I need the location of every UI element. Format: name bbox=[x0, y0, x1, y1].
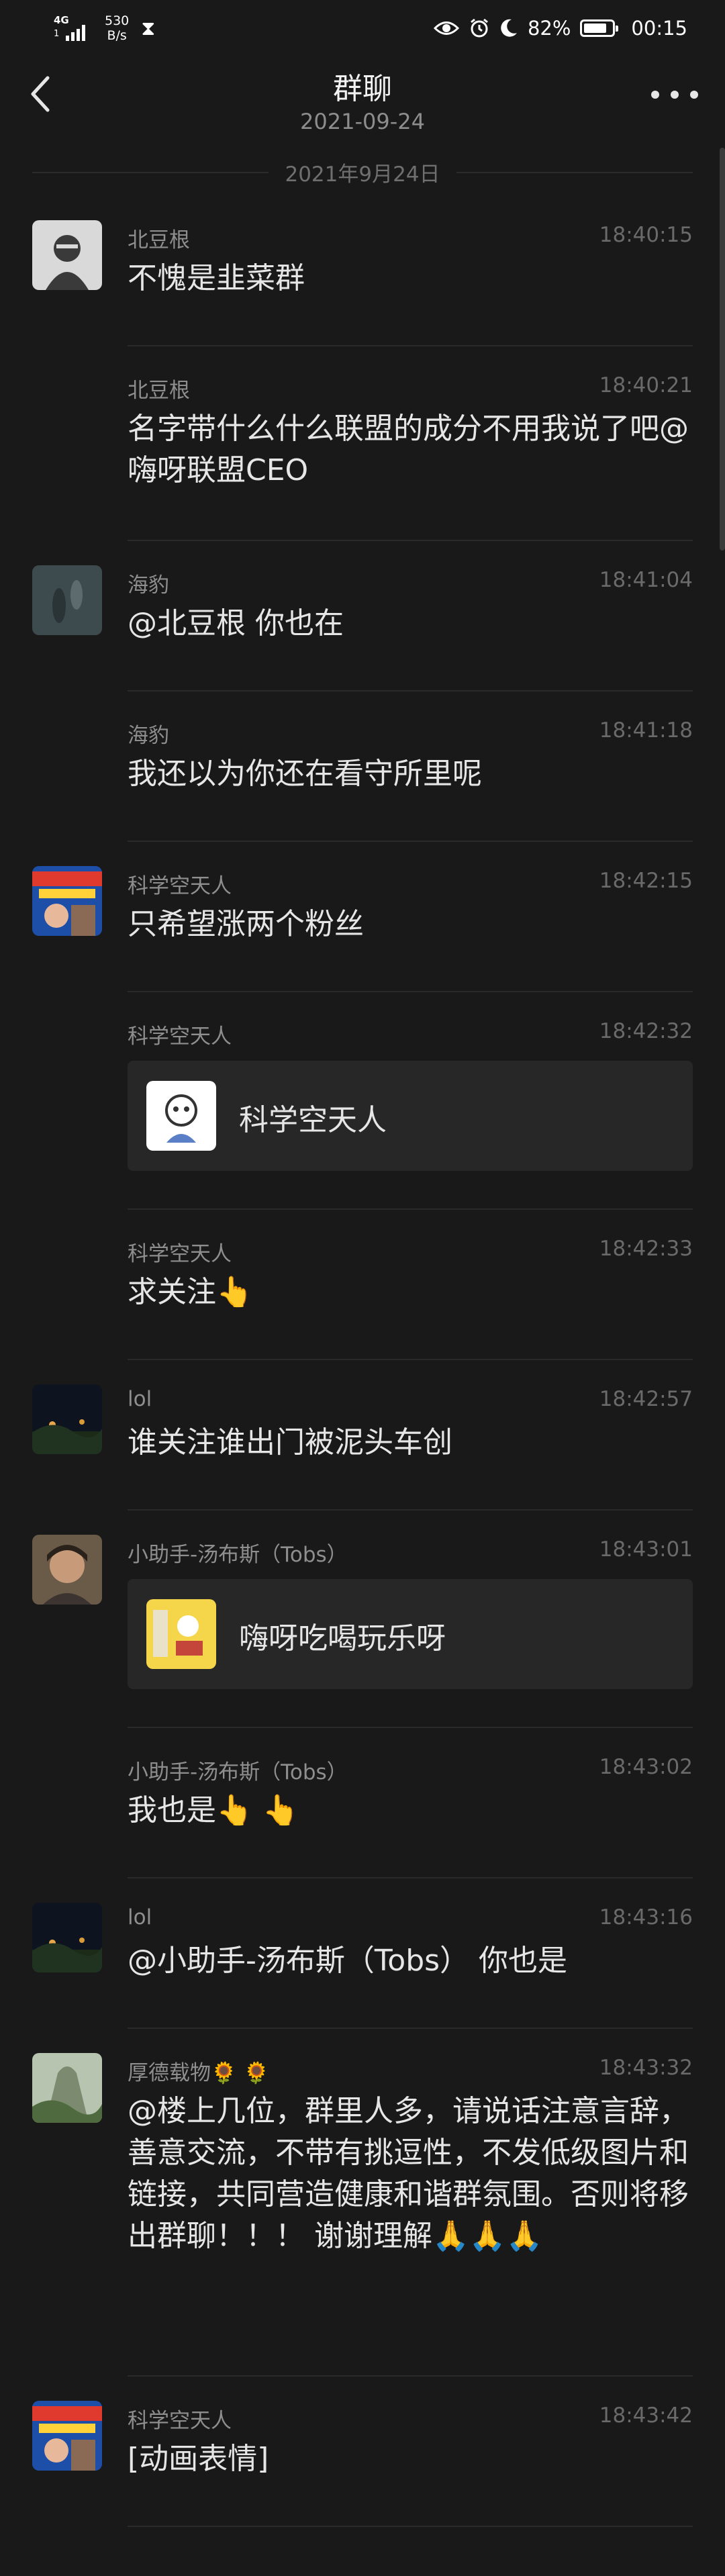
message-time: 18:42:57 bbox=[599, 1387, 693, 1411]
message-text: 求关注👆 bbox=[128, 1272, 693, 1313]
card-thumbnail bbox=[146, 1599, 216, 1669]
avatar[interactable] bbox=[32, 1903, 102, 1972]
speed-value: 530 bbox=[105, 13, 130, 28]
sender-name: 北豆根 bbox=[128, 228, 190, 252]
network-sub: 1 bbox=[54, 29, 60, 39]
sender-name-text: 厚德载物 bbox=[128, 2061, 211, 2085]
message-time: 18:43:01 bbox=[599, 1537, 693, 1562]
more-options-button[interactable] bbox=[651, 85, 698, 105]
sender-name: 科学空天人 bbox=[128, 1242, 232, 1266]
message-text-body: @楼上几位，群里人多，请说话注意言辞，善意交流，不带有挑逗性，不发低级图片和链接… bbox=[128, 2094, 689, 2253]
message-item[interactable]: 北豆根 18:40:21 名字带什么什么联盟的成分不用我说了吧@嗨呀联盟CEO bbox=[0, 346, 725, 541]
sender-name: 科学空天人 bbox=[128, 874, 232, 898]
message-item[interactable]: 科学空天人 18:43:42 [动画表情] bbox=[0, 2377, 725, 2527]
message-time: 18:43:02 bbox=[599, 1755, 693, 1779]
date-separator: 2021年9月24日 bbox=[0, 149, 725, 196]
message-time: 18:40:15 bbox=[599, 223, 693, 247]
speed-unit: B/s bbox=[107, 28, 127, 43]
status-left: 4G 1 530 B/s ⧗ bbox=[54, 9, 155, 47]
date-separator-text: 2021年9月24日 bbox=[285, 162, 440, 187]
avatar[interactable] bbox=[32, 866, 102, 936]
message-item[interactable]: 厚德载物🌻 🌻 18:43:32 @楼上几位，群里人多，请说话注意言辞，善意交流，… bbox=[0, 2029, 725, 2377]
sunflower-icon: 🌻 🌻 bbox=[211, 2061, 270, 2085]
sender-name: 海豹 bbox=[128, 724, 169, 748]
sender-name: lol bbox=[128, 1387, 152, 1411]
message-time: 18:41:18 bbox=[599, 718, 693, 743]
pointing-up-icon: 👆 👆 bbox=[216, 1793, 299, 1827]
message-item[interactable]: 小助手-汤布斯（Tobs） 18:43:02 我也是👆 👆 bbox=[0, 1728, 725, 1878]
sender-name: 科学空天人 bbox=[128, 2409, 232, 2433]
avatar[interactable] bbox=[32, 2401, 102, 2471]
avatar[interactable] bbox=[32, 1384, 102, 1454]
pointing-up-icon: 👆 bbox=[216, 1275, 253, 1309]
message-text-body: 求关注 bbox=[128, 1275, 216, 1309]
message-time: 18:41:04 bbox=[599, 568, 693, 592]
message-item[interactable]: 北豆根 18:40:15 不愧是韭菜群 bbox=[0, 196, 725, 346]
message-text: 名字带什么什么联盟的成分不用我说了吧@嗨呀联盟CEO bbox=[128, 412, 689, 487]
message-text: @小助手-汤布斯（Tobs） 你也是 bbox=[128, 1944, 568, 1978]
message-text: 谁关注谁出门被泥头车创 bbox=[128, 1425, 452, 1460]
battery-icon bbox=[580, 19, 619, 37]
message-text: 我还以为你还在看守所里呢 bbox=[128, 757, 482, 791]
sender-name: 北豆根 bbox=[128, 379, 190, 403]
message-list[interactable]: 2021年9月24日 北豆根 18:40:15 不愧是韭菜群 北豆根 18:40:2… bbox=[0, 149, 725, 2576]
message-text: 我也是👆 👆 bbox=[128, 1790, 693, 1831]
avatar[interactable] bbox=[32, 2053, 102, 2123]
message-item[interactable]: lol 18:42:57 谁关注谁出门被泥头车创 bbox=[0, 1360, 725, 1511]
card-label: 科学空天人 bbox=[239, 1103, 387, 1137]
avatar[interactable] bbox=[32, 565, 102, 635]
title-bar: 群聊 2021-09-24 bbox=[0, 55, 725, 149]
chat-screen: 4G 1 530 B/s ⧗ 82% 00:15 群聊 2021-09-24 2… bbox=[0, 0, 725, 2576]
message-time: 18:43:32 bbox=[599, 2056, 693, 2080]
contact-card[interactable]: 科学空天人 bbox=[128, 1061, 693, 1171]
avatar[interactable] bbox=[32, 1535, 102, 1605]
card-thumbnail bbox=[146, 1081, 216, 1151]
message-item[interactable]: 科学空天人 18:42:33 求关注👆 bbox=[0, 1210, 725, 1360]
message-time: 18:40:21 bbox=[599, 373, 693, 397]
page-subtitle: 2021-09-24 bbox=[300, 109, 425, 134]
sender-name: lol bbox=[128, 1905, 152, 1929]
sender-name: 小助手-汤布斯（Tobs） bbox=[128, 1760, 348, 1784]
battery-percent: 82% bbox=[527, 17, 571, 40]
dot-icon bbox=[651, 91, 659, 99]
message-item[interactable]: 海豹 18:41:04 @北豆根 你也在 bbox=[0, 541, 725, 691]
message-text: 只希望涨两个粉丝 bbox=[128, 907, 364, 941]
sender-name: 海豹 bbox=[128, 573, 169, 598]
dot-icon bbox=[671, 91, 679, 99]
folded-hands-icon: 🙏🙏🙏 bbox=[432, 2219, 543, 2253]
dot-icon bbox=[690, 91, 698, 99]
message-time: 18:42:33 bbox=[599, 1237, 693, 1261]
message-item[interactable]: 海豹 18:41:18 我还以为你还在看守所里呢 bbox=[0, 691, 725, 842]
message-text: [动画表情] bbox=[128, 2442, 269, 2476]
message-time: 18:42:15 bbox=[599, 869, 693, 893]
message-time: 18:43:16 bbox=[599, 1905, 693, 1929]
network-speed: 530 B/s bbox=[105, 13, 129, 43]
moon-icon bbox=[501, 19, 517, 37]
sender-name: 小助手-汤布斯（Tobs） bbox=[128, 1543, 348, 1567]
sender-name: 厚德载物🌻 🌻 bbox=[128, 2056, 269, 2086]
signal-icon: 4G 1 bbox=[54, 11, 93, 45]
message-time: 18:42:32 bbox=[599, 1019, 693, 1043]
message-text: @北豆根 你也在 bbox=[128, 606, 344, 640]
card-label: 嗨呀吃喝玩乐呀 bbox=[239, 1621, 446, 1656]
message-text-body: 我也是 bbox=[128, 1793, 216, 1827]
contact-card[interactable]: 嗨呀吃喝玩乐呀 bbox=[128, 1579, 693, 1689]
message-text: 不愧是韭菜群 bbox=[128, 261, 305, 295]
status-bar: 4G 1 530 B/s ⧗ 82% 00:15 bbox=[0, 0, 725, 55]
hourglass-icon: ⧗ bbox=[141, 16, 156, 40]
message-item[interactable]: 科学空天人 18:42:15 只希望涨两个粉丝 bbox=[0, 842, 725, 992]
message-time: 18:43:42 bbox=[599, 2403, 693, 2428]
eye-icon bbox=[433, 21, 459, 35]
avatar[interactable] bbox=[32, 220, 102, 290]
message-item[interactable]: lol 18:43:16 @小助手-汤布斯（Tobs） 你也是 bbox=[0, 1878, 725, 2029]
status-right: 82% 00:15 bbox=[433, 9, 687, 47]
message-item[interactable]: 科学空天人 18:42:32 科学空天人 bbox=[0, 992, 725, 1210]
sender-name: 科学空天人 bbox=[128, 1024, 232, 1049]
alarm-icon bbox=[471, 18, 488, 38]
page-title: 群聊 bbox=[333, 72, 392, 106]
clock: 00:15 bbox=[631, 17, 687, 40]
message-item[interactable]: 小助手-汤布斯（Tobs） 18:43:01 嗨呀吃喝玩乐呀 bbox=[0, 1511, 725, 1728]
message-text: @楼上几位，群里人多，请说话注意言辞，善意交流，不带有挑逗性，不发低级图片和链接… bbox=[128, 2091, 693, 2257]
